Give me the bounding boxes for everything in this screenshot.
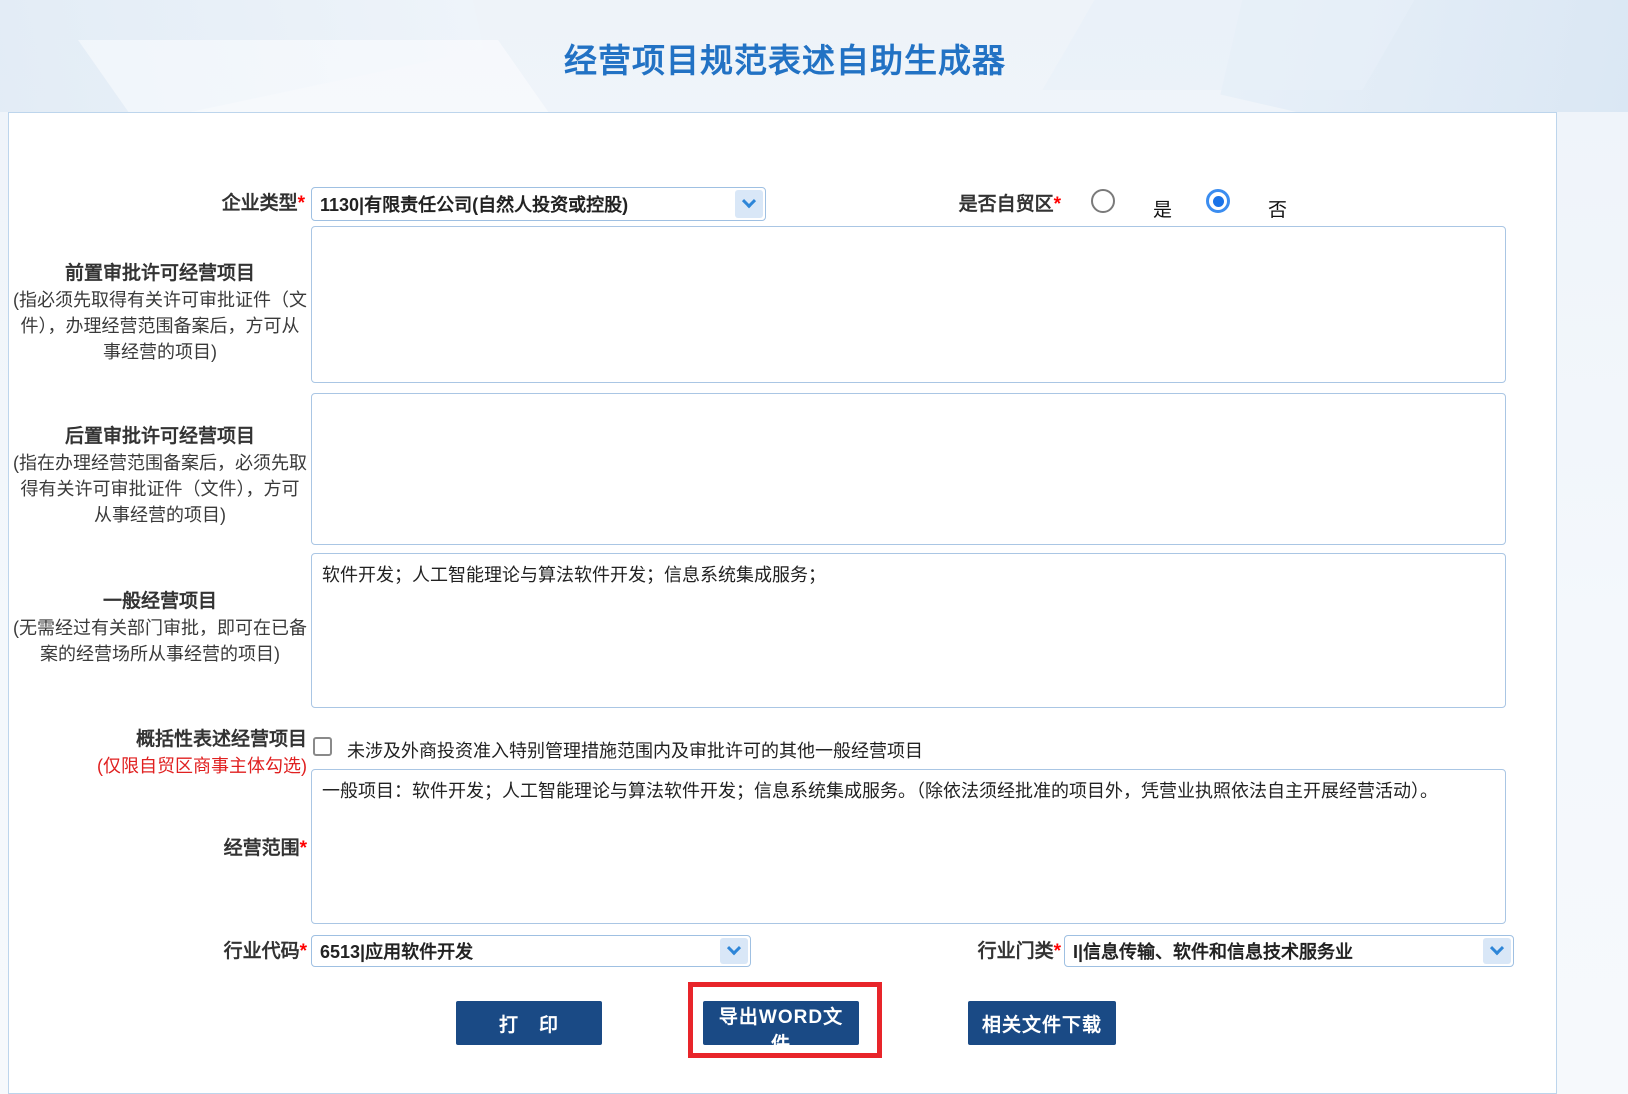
- download-files-button[interactable]: 相关文件下载: [968, 1001, 1116, 1045]
- business-scope-textarea[interactable]: 一般项目：软件开发；人工智能理论与算法软件开发；信息系统集成服务。（除依法须经批…: [311, 769, 1506, 924]
- pre-approval-textarea[interactable]: [311, 226, 1506, 383]
- ftz-radio-yes[interactable]: [1091, 189, 1115, 213]
- business-scope-label: 经营范围*: [13, 836, 307, 862]
- ftz-radio-no-label[interactable]: 否: [1268, 195, 1287, 222]
- free-trade-zone-label: 是否自贸区*: [861, 192, 1061, 218]
- post-approval-label: 后置审批许可经营项目 (指在办理经营范围备案后，必须先取得有关许可审批证件（文件…: [13, 424, 307, 528]
- print-button[interactable]: 打 印: [456, 1001, 602, 1045]
- industry-code-value: 6513|应用软件开发: [320, 938, 473, 964]
- ftz-radio-no[interactable]: [1206, 189, 1230, 213]
- company-type-select[interactable]: 1130|有限责任公司(自然人投资或控股): [311, 187, 766, 221]
- general-summary-checkbox-label[interactable]: 未涉及外商投资准入特别管理措施范围内及审批许可的其他一般经营项目: [347, 737, 923, 763]
- chevron-down-icon: [735, 190, 763, 218]
- industry-code-select[interactable]: 6513|应用软件开发: [311, 935, 751, 967]
- chevron-down-icon: [1483, 938, 1511, 964]
- company-type-value: 1130|有限责任公司(自然人投资或控股): [320, 191, 628, 217]
- general-business-label: 一般经营项目 (无需经过有关部门审批，即可在已备案的经营场所从事经营的项目): [13, 589, 307, 667]
- form-panel: 企业类型* 1130|有限责任公司(自然人投资或控股) 是否自贸区* 是 否 前…: [8, 112, 1557, 1094]
- export-word-button[interactable]: 导出WORD文件: [703, 1001, 859, 1045]
- export-highlight-box: 导出WORD文件: [688, 982, 882, 1058]
- general-business-textarea[interactable]: 软件开发；人工智能理论与算法软件开发；信息系统集成服务；: [311, 553, 1506, 708]
- post-approval-textarea[interactable]: [311, 393, 1506, 545]
- general-summary-label: 概括性表述经营项目 (仅限自贸区商事主体勾选): [13, 727, 307, 779]
- industry-category-label: 行业门类*: [861, 939, 1061, 965]
- industry-category-select[interactable]: I|信息传输、软件和信息技术服务业: [1064, 935, 1514, 967]
- pre-approval-label: 前置审批许可经营项目 (指必须先取得有关许可审批证件（文件），办理经营范围备案后…: [13, 261, 307, 365]
- general-summary-checkbox[interactable]: [313, 737, 332, 756]
- industry-code-label: 行业代码*: [13, 939, 307, 965]
- ftz-radio-yes-label[interactable]: 是: [1153, 195, 1172, 222]
- page-title: 经营项目规范表述自助生成器: [0, 34, 1570, 82]
- company-type-label: 企业类型*: [9, 191, 305, 217]
- chevron-down-icon: [720, 938, 748, 964]
- industry-category-value: I|信息传输、软件和信息技术服务业: [1073, 938, 1353, 964]
